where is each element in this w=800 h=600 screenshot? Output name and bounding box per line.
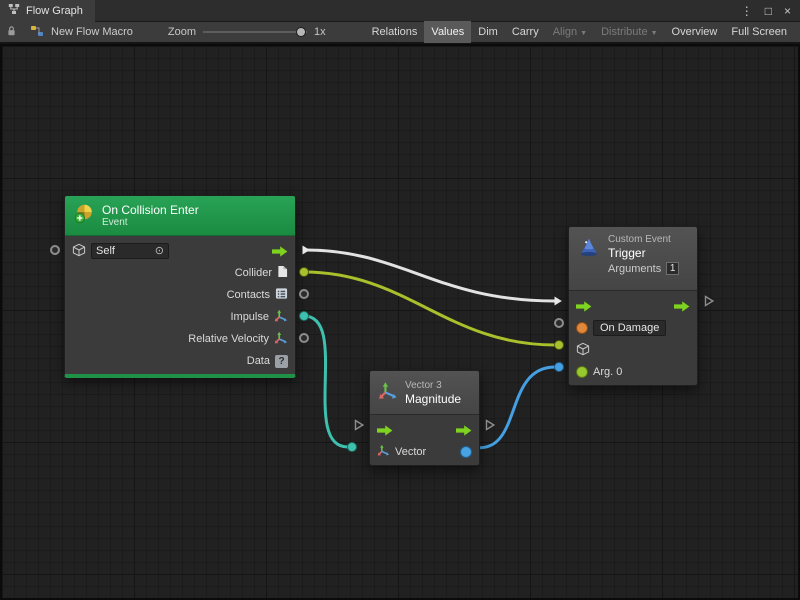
flow-output-arrow-icon[interactable] [456, 425, 472, 436]
flow-graph-window: Flow Graph ⋮ □ × New Flow Macro Zoom 1x … [0, 0, 800, 600]
float-output-port[interactable] [460, 446, 472, 458]
collider-type-icon [277, 265, 288, 281]
port-row-collider: Collider [65, 262, 295, 284]
vector3-type-icon [274, 309, 288, 326]
overview-button[interactable]: Overview [665, 21, 725, 43]
arg0-type-icon [576, 366, 588, 378]
node-title: Trigger [608, 246, 679, 260]
port-row-impulse: Impulse [65, 306, 295, 328]
port-row-event-name: On Damage [569, 317, 697, 339]
node-subtitle: Event [102, 217, 199, 229]
port-oce-relative-velocity[interactable] [299, 333, 309, 343]
flow-input-arrow-icon[interactable] [576, 301, 592, 312]
wire-impulse[interactable] [304, 316, 348, 447]
port-ce-name-input[interactable] [554, 318, 564, 328]
relations-button[interactable]: Relations [365, 21, 425, 43]
node-title: Magnitude [405, 392, 461, 406]
port-oce-target-input[interactable] [50, 245, 60, 255]
zoom-value: 1x [314, 26, 326, 38]
gameobject-cube-icon [72, 243, 86, 260]
wire-collider[interactable] [304, 272, 555, 345]
flow-row [370, 419, 479, 441]
vector3-icon [378, 381, 398, 404]
maximize-icon[interactable]: □ [765, 5, 772, 17]
port-v3-vector-input[interactable] [347, 442, 357, 452]
wire-magnitude[interactable] [472, 367, 555, 448]
macro-name[interactable]: New Flow Macro [51, 26, 133, 38]
list-type-icon [275, 287, 288, 303]
unknown-type-icon: ? [275, 355, 288, 368]
dropdown-arrow-icon: ▼ [651, 30, 658, 37]
node-vector3-magnitude[interactable]: Vector 3 Magnitude Vector [369, 370, 480, 466]
custom-event-icon [577, 236, 601, 263]
fullscreen-button[interactable]: Full Screen [724, 21, 794, 43]
port-row-arg0: Arg. 0 [569, 361, 697, 383]
vector3-type-icon [377, 444, 390, 460]
node-supertitle: Custom Event [608, 234, 679, 246]
flow-output-arrow-icon[interactable] [272, 246, 288, 257]
flow-input-arrow-icon[interactable] [377, 425, 393, 436]
port-row-relative-velocity: Relative Velocity [65, 328, 295, 350]
port-v3-flow-output[interactable] [485, 419, 495, 431]
node-custom-event-trigger[interactable]: Custom Event Trigger Arguments 1 [568, 226, 698, 386]
event-name-field[interactable]: On Damage [593, 320, 666, 336]
port-oce-contacts[interactable] [299, 289, 309, 299]
arguments-label: Arguments [608, 263, 661, 275]
arguments-row: Arguments 1 [608, 262, 679, 275]
flow-graph-icon [8, 3, 20, 18]
dropdown-arrow-icon: ▼ [580, 30, 587, 37]
tab-title: Flow Graph [26, 5, 83, 17]
zoom-slider-track[interactable] [203, 31, 307, 33]
port-oce-flow-output[interactable] [301, 244, 311, 256]
toolbar-buttons: Relations Values Dim Carry Align ▼ Distr… [365, 21, 794, 43]
self-target-field[interactable]: Self ⊙ [91, 243, 169, 259]
node-header[interactable]: Custom Event Trigger Arguments 1 [569, 227, 697, 291]
zoom-slider[interactable] [203, 21, 307, 43]
zoom-label: Zoom [168, 26, 196, 38]
node-on-collision-enter[interactable]: On Collision Enter Event Self ⊙ [64, 195, 296, 378]
self-row: Self ⊙ [65, 240, 295, 262]
port-ce-target-input[interactable] [554, 340, 564, 350]
port-oce-collider[interactable] [299, 267, 309, 277]
align-button[interactable]: Align ▼ [546, 21, 594, 43]
carry-button[interactable]: Carry [505, 21, 546, 43]
graph-canvas[interactable]: On Collision Enter Event Self ⊙ [0, 44, 800, 600]
string-type-icon [576, 322, 588, 334]
dim-button[interactable]: Dim [471, 21, 505, 43]
event-icon [73, 203, 95, 228]
port-row-target [569, 339, 697, 361]
distribute-button[interactable]: Distribute ▼ [594, 21, 664, 43]
flow-row [569, 295, 697, 317]
port-row-contacts: Contacts [65, 284, 295, 306]
port-row-vector: Vector [370, 441, 479, 463]
vector3-type-icon [274, 331, 288, 348]
node-header[interactable]: On Collision Enter Event [65, 196, 295, 236]
gameobject-cube-icon [576, 342, 590, 359]
graph-toolbar: New Flow Macro Zoom 1x Relations Values … [0, 22, 800, 44]
node-title: On Collision Enter [102, 203, 199, 217]
port-ce-flow-output[interactable] [704, 295, 714, 307]
port-row-data: Data ? [65, 350, 295, 372]
port-oce-impulse[interactable] [299, 311, 309, 321]
arguments-count-field[interactable]: 1 [666, 262, 679, 275]
object-picker-icon[interactable]: ⊙ [155, 246, 164, 257]
node-header[interactable]: Vector 3 Magnitude [370, 371, 479, 415]
tab-flow-graph[interactable]: Flow Graph [0, 0, 95, 22]
zoom-slider-handle[interactable] [296, 27, 306, 37]
flow-output-arrow-icon[interactable] [674, 301, 690, 312]
port-ce-arg0-input[interactable] [554, 362, 564, 372]
window-controls: ⋮ □ × [741, 5, 800, 17]
window-menu-icon[interactable]: ⋮ [741, 5, 753, 17]
close-icon[interactable]: × [784, 5, 791, 17]
flow-macro-icon [30, 24, 44, 41]
titlebar: Flow Graph ⋮ □ × [0, 0, 800, 22]
lock-icon[interactable] [6, 25, 17, 40]
port-v3-flow-input[interactable] [354, 419, 364, 431]
port-ce-flow-input[interactable] [553, 295, 563, 307]
values-button[interactable]: Values [424, 21, 471, 43]
node-supertitle: Vector 3 [405, 380, 461, 392]
